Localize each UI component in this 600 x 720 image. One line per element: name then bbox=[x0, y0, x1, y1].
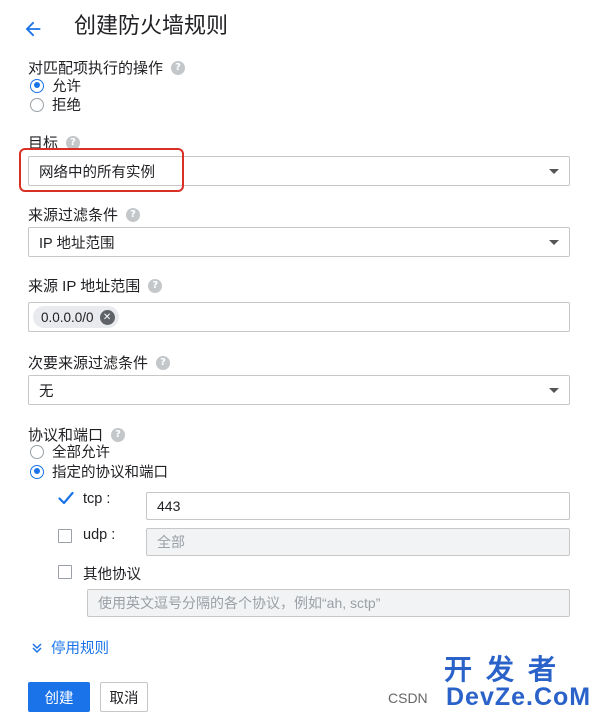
source-filter-value: IP 地址范围 bbox=[39, 235, 115, 252]
other-protocols-label: 其他协议 bbox=[83, 567, 141, 583]
help-icon[interactable]: ? bbox=[148, 278, 163, 293]
udp-ports-input[interactable]: 全部 bbox=[146, 528, 570, 556]
source-ip-section-label: 来源 IP 地址范围 ? bbox=[28, 275, 163, 296]
tcp-ports-input[interactable]: 443 bbox=[146, 492, 570, 520]
radio-selected-icon[interactable] bbox=[30, 78, 44, 93]
back-button[interactable] bbox=[18, 14, 48, 44]
other-protocols-placeholder: 使用英文逗号分隔的各个协议，例如“ah, sctp” bbox=[98, 595, 381, 611]
arrow-left-icon bbox=[25, 21, 41, 37]
udp-ports-placeholder: 全部 bbox=[157, 534, 185, 550]
source-ip-label: 来源 IP 地址范围 bbox=[28, 278, 141, 295]
radio-deny[interactable]: 拒绝 bbox=[30, 94, 81, 115]
page-title: 创建防火墙规则 bbox=[74, 13, 229, 38]
help-icon[interactable]: ? bbox=[111, 427, 126, 442]
tcp-checkbox[interactable] bbox=[58, 491, 74, 505]
secondary-filter-section-label: 次要来源过滤条件 ? bbox=[28, 352, 171, 373]
help-icon[interactable]: ? bbox=[156, 355, 171, 370]
disable-rule-label: 停用规则 bbox=[51, 641, 109, 657]
radio-unselected-icon[interactable] bbox=[30, 97, 44, 112]
udp-checkbox[interactable] bbox=[58, 529, 72, 543]
ip-chip-label: 0.0.0.0/0 bbox=[41, 309, 94, 325]
source-filter-label: 来源过滤条件 bbox=[28, 207, 119, 224]
radio-selected-icon[interactable] bbox=[30, 464, 44, 479]
other-protocols-checkbox[interactable] bbox=[58, 565, 72, 579]
target-value: 网络中的所有实例 bbox=[39, 164, 155, 181]
watermark-source: CSDN bbox=[388, 690, 428, 706]
close-circle-icon[interactable]: ✕ bbox=[99, 309, 115, 325]
target-select[interactable]: 网络中的所有实例 bbox=[28, 156, 570, 186]
secondary-filter-select[interactable]: 无 bbox=[28, 375, 570, 405]
cancel-button[interactable]: 取消 bbox=[100, 682, 148, 712]
caret-down-icon bbox=[549, 239, 559, 245]
caret-down-icon bbox=[549, 387, 559, 393]
radio-unselected-icon[interactable] bbox=[30, 444, 44, 459]
source-filter-section-label: 来源过滤条件 ? bbox=[28, 204, 141, 225]
source-ip-input[interactable]: 0.0.0.0/0 ✕ bbox=[28, 302, 570, 332]
secondary-filter-value: 无 bbox=[39, 383, 54, 400]
radio-deny-label: 拒绝 bbox=[52, 98, 81, 114]
radio-specified[interactable]: 指定的协议和端口 bbox=[30, 461, 168, 482]
target-label: 目标 bbox=[28, 135, 59, 152]
radio-specified-label: 指定的协议和端口 bbox=[52, 465, 168, 481]
radio-allow-all[interactable]: 全部允许 bbox=[30, 441, 110, 462]
caret-down-icon bbox=[549, 168, 559, 174]
help-icon[interactable]: ? bbox=[66, 135, 81, 150]
watermark-brand: DevZe.CoM bbox=[446, 683, 592, 711]
radio-allow-label: 允许 bbox=[52, 79, 81, 95]
radio-allow-all-label: 全部允许 bbox=[52, 445, 110, 461]
radio-allow[interactable]: 允许 bbox=[30, 75, 81, 96]
disable-rule-toggle[interactable]: 停用规则 bbox=[31, 637, 109, 658]
tcp-ports-value: 443 bbox=[157, 498, 181, 514]
target-section-label: 目标 ? bbox=[28, 132, 81, 153]
chevron-double-down-icon bbox=[32, 642, 42, 653]
help-icon[interactable]: ? bbox=[171, 60, 186, 75]
udp-label: udp : bbox=[83, 527, 116, 543]
secondary-filter-label: 次要来源过滤条件 bbox=[28, 355, 149, 372]
source-filter-select[interactable]: IP 地址范围 bbox=[28, 227, 570, 257]
watermark-text: 开发者 bbox=[444, 654, 571, 685]
ip-chip: 0.0.0.0/0 ✕ bbox=[33, 306, 119, 328]
tcp-label: tcp : bbox=[83, 491, 111, 507]
help-icon[interactable]: ? bbox=[126, 207, 141, 222]
other-protocols-input[interactable]: 使用英文逗号分隔的各个协议，例如“ah, sctp” bbox=[87, 589, 570, 617]
checkmark-icon bbox=[58, 491, 74, 505]
create-button[interactable]: 创建 bbox=[28, 682, 90, 712]
